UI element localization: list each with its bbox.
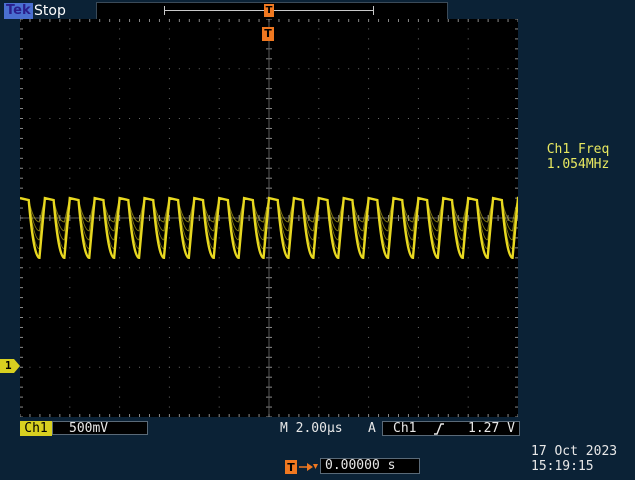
brand-logo: Tek: [4, 3, 33, 19]
graticule: [19, 18, 545, 418]
measurement-label: Ch1 Freq: [546, 142, 610, 157]
ch1-ground-label: 1: [5, 359, 12, 372]
time-readout: 15:19:15: [531, 459, 594, 474]
graticule-center-axes: [19, 18, 519, 418]
waveform-display[interactable]: [19, 18, 545, 418]
horizontal-position[interactable]: 0.00000 s: [320, 458, 420, 474]
trigger-marker[interactable]: T: [264, 4, 274, 17]
ch1-tag[interactable]: Ch1: [20, 421, 52, 436]
acquisition-run-state: Stop: [34, 3, 66, 19]
trigger-source: Ch1: [393, 421, 417, 436]
svg-text:T: T: [287, 461, 295, 474]
trigger-level: 1.27 V: [468, 421, 515, 436]
horizontal-scale[interactable]: M 2.00µs: [280, 421, 343, 436]
measurement-readout[interactable]: Ch1 Freq 1.054MHz: [526, 142, 630, 172]
rising-edge-icon: [434, 423, 444, 435]
trigger-mode: A: [368, 421, 376, 436]
trigger-position-marker[interactable]: T: [262, 27, 274, 41]
ch1-vertical-scale[interactable]: 500mV: [52, 421, 148, 436]
trigger-readout[interactable]: Ch1 1.27 V: [382, 421, 520, 436]
measurement-value: 1.054MHz: [546, 157, 610, 172]
date-readout: 17 Oct 2023: [531, 444, 618, 459]
trigger-position-icon: T: [285, 459, 318, 474]
ch1-ground-marker[interactable]: 1: [0, 359, 20, 373]
